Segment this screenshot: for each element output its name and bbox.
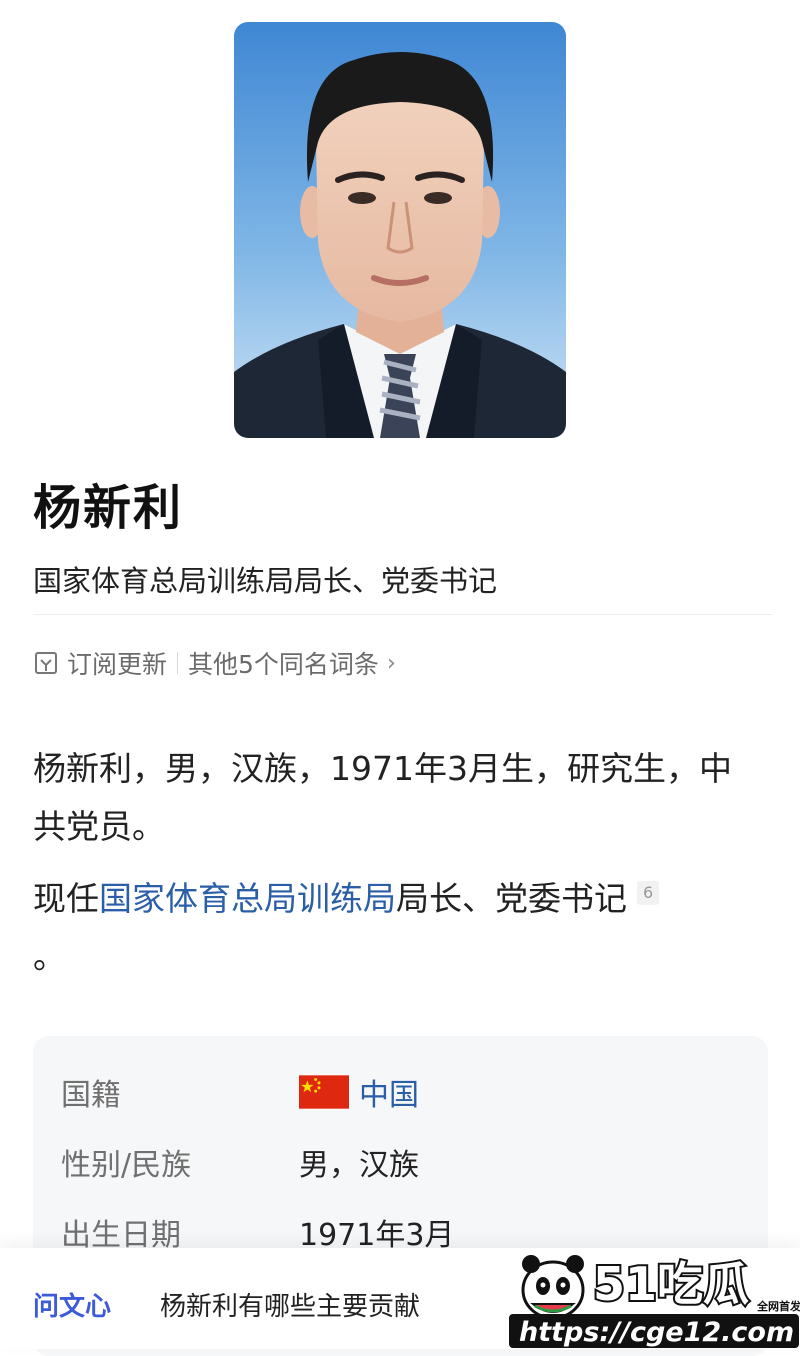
nationality-link[interactable]: 中国 (299, 1070, 419, 1114)
citation-badge[interactable]: 6 (637, 881, 660, 905)
wenxin-brand-button[interactable]: 问文心 (33, 1286, 111, 1323)
summary-prefix: 现任 (33, 879, 99, 918)
watermark: 51吃瓜 全网首发 https://cge12.com (505, 1238, 800, 1349)
summary: 杨新利，男，汉族，1971年3月生，研究生，中共党员。 现任国家体育总局训练局局… (33, 740, 763, 986)
training-bureau-link[interactable]: 国家体育总局训练局 (99, 879, 396, 918)
summary-suffix: 局长、党委书记 (396, 879, 627, 918)
person-name: 杨新利 (33, 480, 184, 536)
panda-mascot-icon (521, 1255, 585, 1320)
portrait-photo[interactable] (234, 22, 566, 438)
summary-paragraph-2: 现任国家体育总局训练局局长、党委书记 6 。 (33, 870, 763, 986)
action-separator (177, 652, 179, 674)
suggested-question[interactable]: 杨新利有哪些主要贡献 (160, 1286, 420, 1323)
other-entries-button[interactable]: 其他5个同名词条 › (188, 645, 396, 681)
info-label: 性别/民族 (61, 1148, 192, 1183)
info-row-gender-ethnicity: 性别/民族 男，汉族 (61, 1140, 419, 1184)
entry-actions: 订阅更新 其他5个同名词条 › (33, 645, 396, 681)
summary-end: 。 (33, 937, 66, 976)
chevron-right-icon: › (386, 650, 396, 676)
watermark-brand-text: 51吃瓜 (593, 1257, 749, 1311)
person-title: 国家体育总局训练局局长、党委书记 (33, 564, 498, 598)
info-row-nationality: 国籍 中国 (61, 1070, 419, 1114)
subscribe-button[interactable]: 订阅更新 (33, 645, 167, 681)
subscribe-icon (35, 652, 57, 674)
watermark-url: https://cge12.com (519, 1317, 794, 1348)
info-value: 中国 (359, 1078, 419, 1113)
subscribe-label: 订阅更新 (67, 650, 168, 679)
divider (33, 614, 773, 615)
watermark-tag: 全网首发 (756, 1299, 800, 1313)
summary-paragraph-1: 杨新利，男，汉族，1971年3月生，研究生，中共党员。 (33, 749, 732, 846)
other-entries-label: 其他5个同名词条 (188, 650, 379, 679)
info-label: 国籍 (61, 1078, 121, 1113)
china-flag-icon (299, 1075, 349, 1109)
info-value: 男，汉族 (299, 1148, 419, 1183)
